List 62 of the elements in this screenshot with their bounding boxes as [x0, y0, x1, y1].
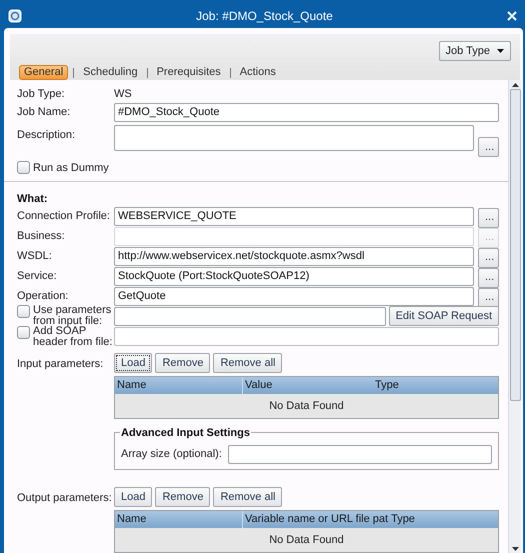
job-name-field[interactable]: #DMO_Stock_Quote: [114, 102, 499, 122]
table-action-button[interactable]: Remove all: [213, 487, 282, 507]
tab[interactable]: General: [19, 65, 68, 80]
field-label: Connection Profile:: [17, 208, 111, 224]
job-type-value: WS: [114, 87, 132, 102]
scroll-up-icon: [512, 83, 518, 87]
field-label: Input parameters:: [17, 357, 104, 372]
scroll-down-icon: [512, 547, 518, 551]
browse-button[interactable]: ...: [478, 288, 499, 308]
checkbox[interactable]: [17, 161, 30, 174]
field-label: Job Name:: [17, 104, 72, 120]
column-header: Type: [374, 378, 400, 394]
header-file-field[interactable]: [114, 327, 499, 346]
field-label: Job Type:: [17, 87, 66, 102]
field-label: Description:: [17, 128, 76, 142]
edit-soap-request-button[interactable]: Edit SOAP Request: [388, 306, 499, 326]
checkbox[interactable]: [17, 326, 30, 338]
tab[interactable]: Scheduling: [79, 65, 142, 80]
group-title: Advanced Input Settings: [120, 425, 251, 442]
browse-button[interactable]: ...: [478, 137, 499, 157]
checkbox-label: Use parameters from input file:: [33, 305, 112, 327]
column-header: Name: [115, 377, 243, 394]
browse-button[interactable]: ...: [478, 268, 499, 288]
field-label: Array size (optional):: [121, 446, 223, 462]
tab[interactable]: Prerequisites: [152, 65, 225, 80]
column-header: Value: [244, 378, 274, 394]
text-field[interactable]: http://www.webservicex.net/stockquote.asmx?wsdl: [114, 246, 474, 266]
field-label: WSDL:: [17, 248, 53, 264]
field-label: Business:: [17, 228, 66, 244]
text-field[interactable]: WEBSERVICE_QUOTE: [114, 206, 474, 226]
browse-button[interactable]: ...: [478, 208, 499, 228]
field-label: Output parameters:: [17, 491, 113, 506]
column-header: Variable name or URL file pat: [244, 512, 390, 528]
table-action-button[interactable]: Load: [114, 487, 152, 507]
text-field[interactable]: GetQuote: [114, 286, 474, 306]
field-label: Service:: [17, 268, 58, 284]
window-title: Job: #DMO_Stock_Quote: [195, 8, 334, 25]
table-action-button[interactable]: Remove: [155, 353, 210, 373]
array-size-field[interactable]: [228, 444, 492, 464]
checkbox[interactable]: [17, 305, 30, 318]
empty-table-message: No Data Found: [269, 532, 344, 548]
description-field[interactable]: [114, 124, 474, 150]
text-field[interactable]: StockQuote (Port:StockQuoteSOAP12): [114, 266, 474, 286]
empty-table-message: No Data Found: [269, 398, 344, 414]
section-heading: What:: [17, 192, 49, 206]
column-header: Type: [390, 512, 416, 528]
checkbox-label: Add SOAP header from file:: [33, 326, 114, 348]
table-action-button[interactable]: Remove: [155, 487, 210, 507]
table-action-button[interactable]: Remove all: [213, 353, 282, 373]
scrollbar-thumb[interactable]: [510, 89, 520, 401]
browse-button[interactable]: ...: [478, 248, 499, 268]
scrollbar[interactable]: [508, 80, 521, 553]
caret-icon: [497, 49, 504, 53]
checkbox-label: Run as Dummy: [33, 160, 109, 176]
input-file-field[interactable]: [114, 306, 386, 326]
job-type-button[interactable]: Job Type: [438, 41, 511, 61]
tab[interactable]: Actions: [236, 65, 280, 80]
field-label: Operation:: [17, 288, 70, 304]
app-logo-icon: [8, 9, 22, 23]
close-icon[interactable]: [507, 11, 517, 21]
table-action-button[interactable]: Load: [114, 353, 152, 373]
column-header: Name: [115, 511, 243, 528]
